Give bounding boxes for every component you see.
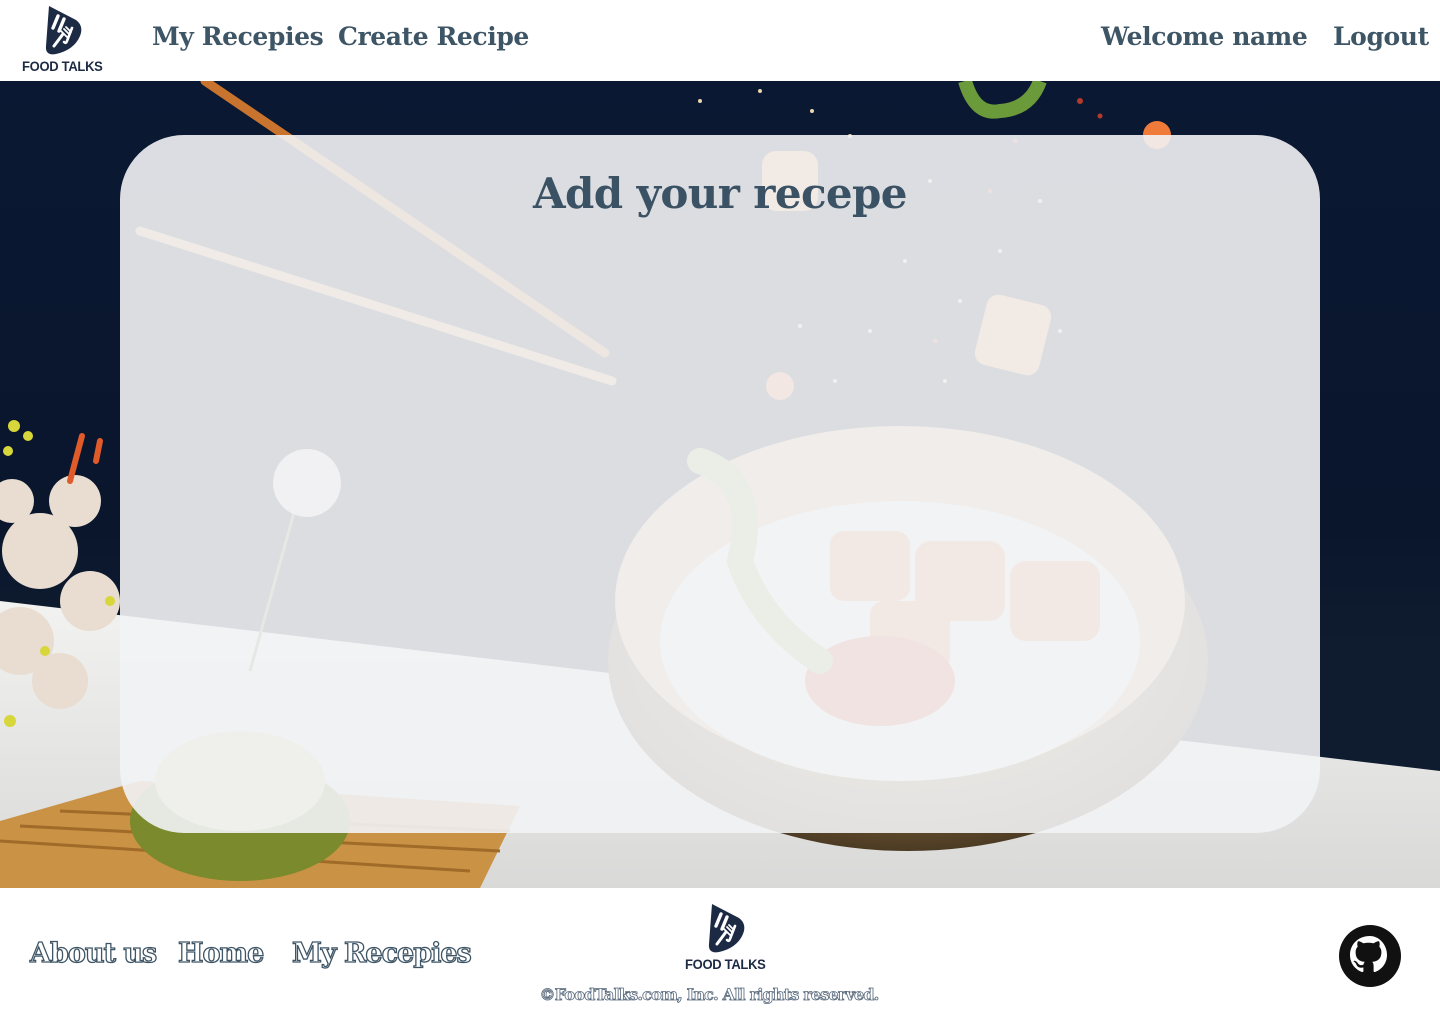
footer-logo[interactable]: FOOD TALKS — [685, 902, 766, 972]
hero-section: Add your recepe — [0, 81, 1440, 888]
page-title: Add your recepe — [533, 169, 907, 218]
copyright-text: ©FoodTalks.com, Inc. All rights reserved… — [539, 985, 880, 1005]
logout-link[interactable]: Logout — [1333, 22, 1429, 51]
nav-my-recepies[interactable]: My Recepies — [152, 22, 324, 51]
logo-mark-icon — [46, 6, 82, 55]
nav-create-recipe[interactable]: Create Recipe — [338, 22, 529, 51]
logo-text: FOOD TALKS — [22, 58, 103, 75]
github-icon[interactable] — [1338, 924, 1402, 988]
footer-link-home[interactable]: Home — [177, 937, 265, 969]
logo-mark-icon — [709, 904, 745, 953]
welcome-user: Welcome name — [1101, 22, 1308, 51]
footer-link-my-recepies[interactable]: My Recepies — [291, 937, 472, 969]
food-talks-logo[interactable]: FOOD TALKS — [22, 4, 103, 74]
footer-logo-text: FOOD TALKS — [685, 956, 766, 973]
add-recipe-card: Add your recepe — [120, 135, 1320, 833]
top-navbar: FOOD TALKS My Recepies Create Recipe Wel… — [0, 0, 1440, 81]
footer-link-about-us[interactable]: About us — [29, 937, 157, 969]
